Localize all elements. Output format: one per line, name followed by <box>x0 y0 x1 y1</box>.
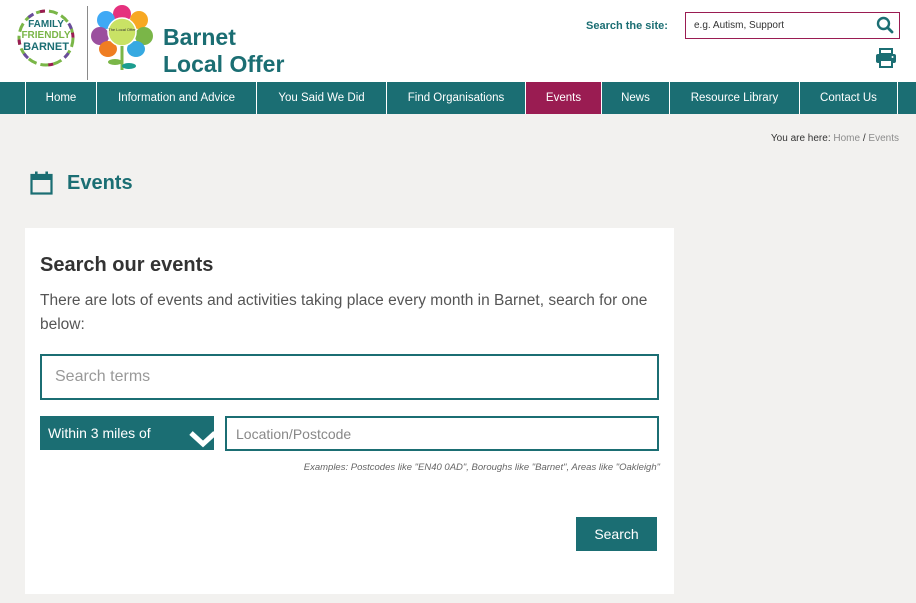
nav-item-news[interactable]: News <box>601 82 669 114</box>
nav-item-home[interactable]: Home <box>25 82 96 114</box>
family-friendly-barnet-logo[interactable]: FAMILY FRIENDLY BARNET <box>10 5 82 67</box>
nav-item-resource-library[interactable]: Resource Library <box>669 82 799 114</box>
nav-item-events[interactable]: Events <box>525 82 601 114</box>
event-search-heading: Search our events <box>40 254 214 276</box>
site-search <box>685 12 900 39</box>
breadcrumb-current: Events <box>868 133 899 144</box>
site-title[interactable]: Barnet Local Offer <box>163 24 284 78</box>
flower-center-text: The Local Offer <box>108 27 136 32</box>
calendar-icon <box>30 171 53 195</box>
site-title-line1: Barnet <box>163 24 236 50</box>
site-title-line2: Local Offer <box>163 51 285 77</box>
breadcrumb: You are here: Home / Events <box>771 133 899 144</box>
nav-item-find-organisations[interactable]: Find Organisations <box>386 82 525 114</box>
site-search-input[interactable] <box>686 13 872 38</box>
search-terms-input[interactable] <box>40 354 659 400</box>
nav-item-information-and-advice[interactable]: Information and Advice <box>96 82 256 114</box>
site-search-label: Search the site: <box>586 20 668 32</box>
breadcrumb-home-link[interactable]: Home <box>833 133 860 144</box>
logo-divider <box>87 6 88 80</box>
search-button[interactable]: Search <box>576 517 657 551</box>
print-icon[interactable] <box>875 48 897 68</box>
page-title: Events <box>67 172 133 194</box>
event-search-intro: There are lots of events and activities … <box>40 292 648 333</box>
logo-line-barnet: BARNET <box>23 41 69 53</box>
logo-line-friendly: FRIENDLY <box>21 30 70 41</box>
event-search-panel: Search our events There are lots of even… <box>25 228 674 594</box>
search-icon[interactable] <box>876 16 894 34</box>
distance-select[interactable]: Within 3 miles of <box>40 416 217 450</box>
breadcrumb-prefix: You are here: <box>770 133 831 144</box>
logo-line-family: FAMILY <box>28 19 64 30</box>
local-offer-flower-logo[interactable]: The Local Offer <box>89 4 155 74</box>
location-examples-hint: Examples: Postcodes like "EN40 0AD", Bor… <box>303 462 660 473</box>
nav-item-contact-us[interactable]: Contact Us <box>799 82 897 114</box>
nav-end-divider <box>897 82 898 114</box>
chevron-down-icon <box>189 431 217 448</box>
main-nav: Home Information and Advice You Said We … <box>0 82 916 114</box>
breadcrumb-separator: / <box>862 133 866 144</box>
location-postcode-input[interactable] <box>225 416 659 451</box>
distance-select-value: Within 3 miles of <box>48 425 151 441</box>
site-header: FAMILY FRIENDLY BARNET The Local Offer B… <box>0 0 916 82</box>
nav-item-you-said-we-did[interactable]: You Said We Did <box>256 82 386 114</box>
